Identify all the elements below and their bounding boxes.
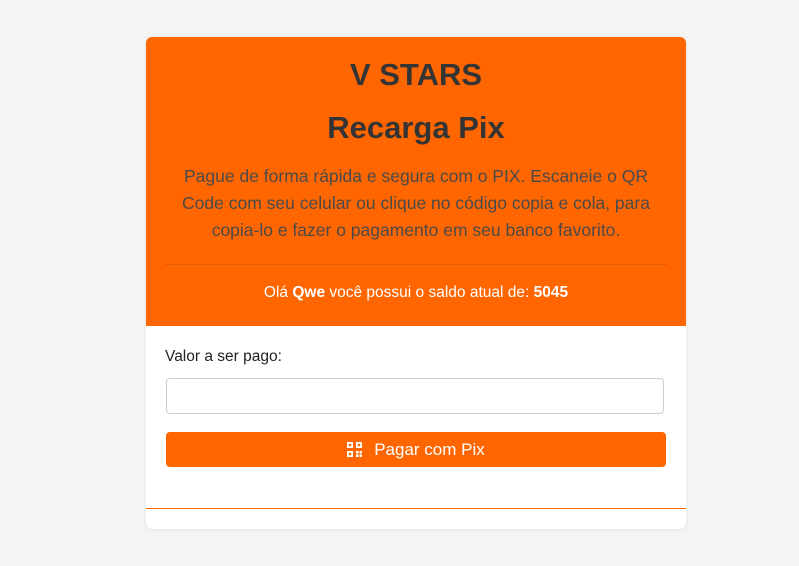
qr-code-icon bbox=[347, 442, 363, 457]
brand-name: V STARS bbox=[349, 57, 483, 92]
pay-button-label: Pagar com Pix bbox=[374, 439, 485, 459]
balance-text: Olá Qwe você possui o saldo atual de: 50… bbox=[146, 283, 686, 303]
amount-label: Valor a ser pago: bbox=[165, 348, 282, 365]
card-header: V STARS Recarga Pix Pague de forma rápid… bbox=[146, 37, 686, 326]
card-body: Valor a ser pago: Pagar com Pix bbox=[146, 326, 686, 509]
balance-amount: 5045 bbox=[533, 284, 569, 301]
balance-prefix: Olá bbox=[263, 284, 293, 301]
user-name: Qwe bbox=[292, 284, 326, 301]
recharge-card: V STARS Recarga Pix Pague de forma rápid… bbox=[146, 37, 686, 529]
header-divider bbox=[165, 264, 667, 265]
balance-middle: você possui o saldo atual de: bbox=[325, 284, 534, 301]
pay-with-pix-button[interactable]: Pagar com Pix bbox=[166, 432, 666, 467]
amount-input[interactable] bbox=[166, 378, 664, 414]
page-title: Recarga Pix bbox=[327, 110, 505, 145]
footer-divider bbox=[146, 508, 686, 509]
page-description: Pague de forma rápida e segura com o PIX… bbox=[182, 166, 650, 240]
